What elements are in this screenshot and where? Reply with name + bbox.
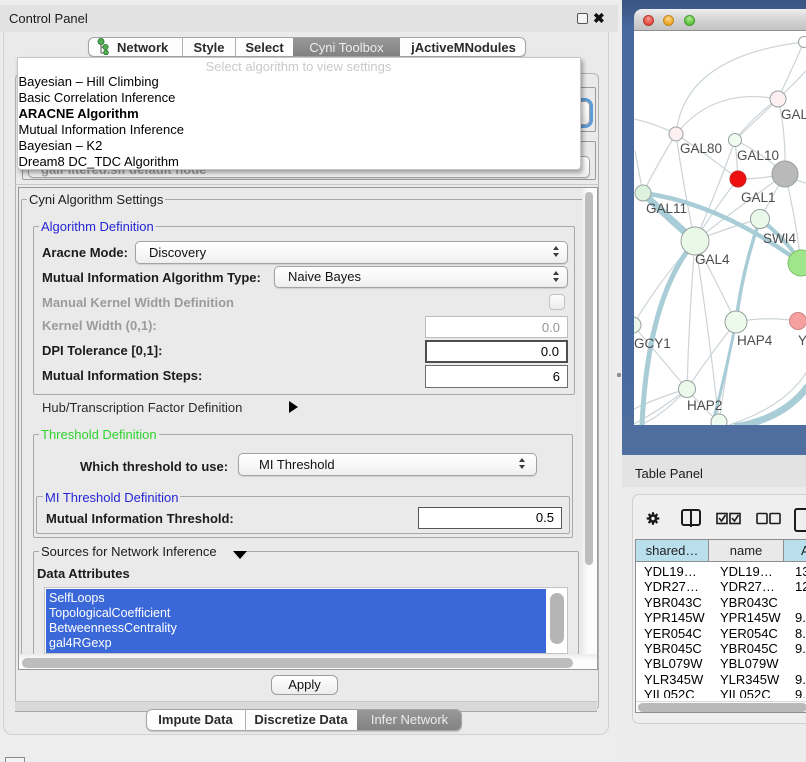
svg-text:HAP4: HAP4 — [737, 333, 773, 348]
svg-text:GAL10: GAL10 — [737, 148, 779, 163]
svg-text:GAL80: GAL80 — [680, 141, 722, 156]
svg-text:GAL11: GAL11 — [646, 201, 687, 216]
svg-text:GAL: GAL — [781, 107, 806, 122]
svg-text:GCY1: GCY1 — [634, 336, 671, 351]
svg-text:GAL4: GAL4 — [695, 252, 730, 267]
svg-text:GAL1: GAL1 — [741, 190, 776, 205]
svg-text:SWI4: SWI4 — [763, 231, 796, 246]
svg-text:Y: Y — [798, 333, 806, 348]
svg-text:HAP2: HAP2 — [687, 398, 722, 413]
